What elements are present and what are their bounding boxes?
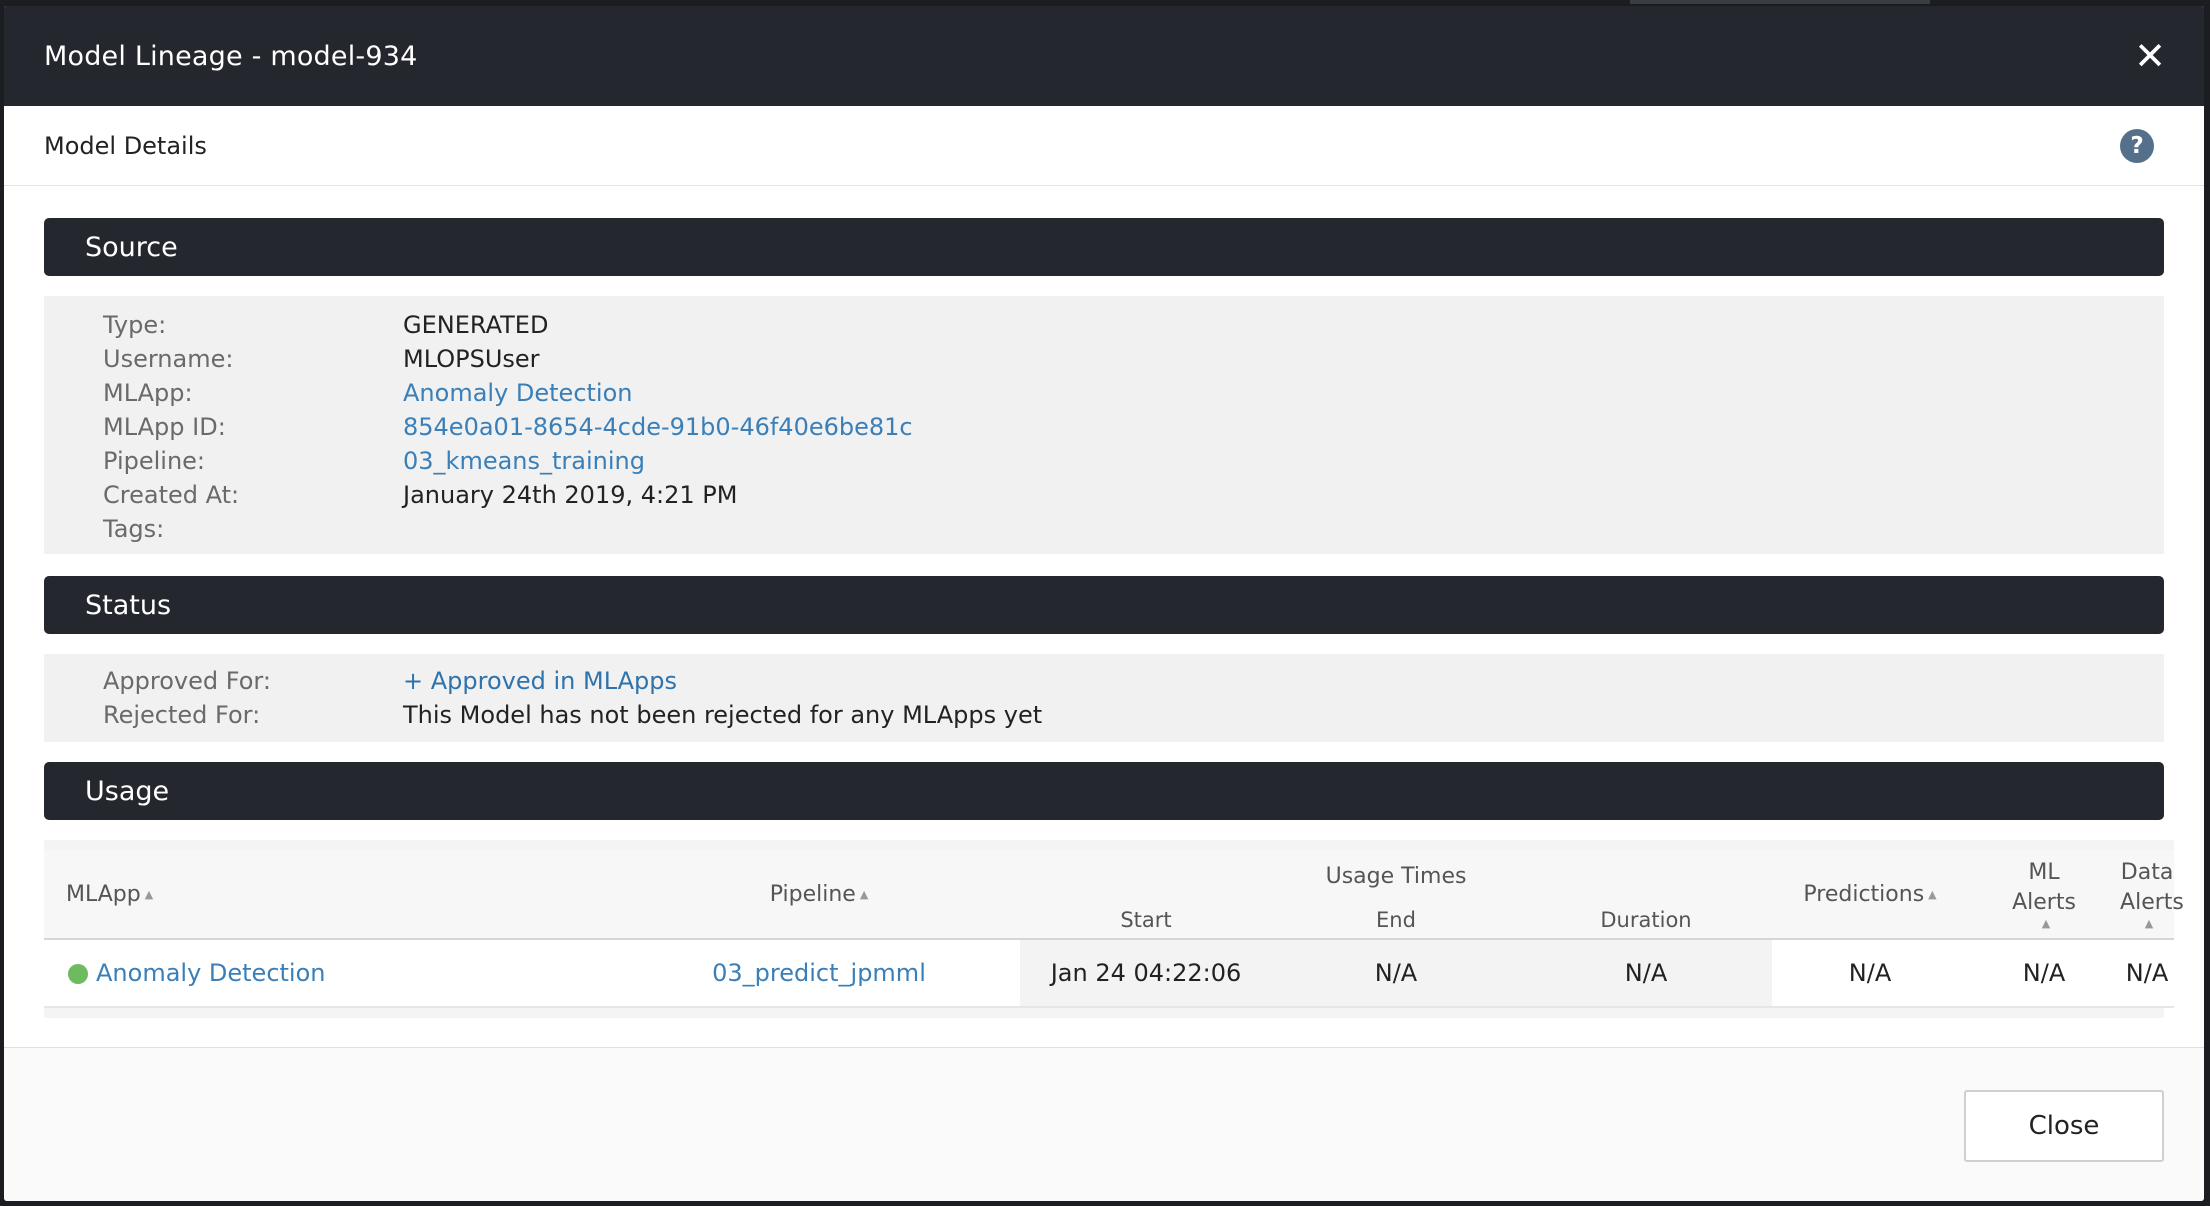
source-row-tags: Tags: <box>103 512 2164 546</box>
type-label: Type: <box>103 311 167 339</box>
modal-body: Source Type: GENERATED Username: MLOPSUs… <box>4 186 2204 1018</box>
source-row-mlapp: MLApp: Anomaly Detection <box>103 376 2164 410</box>
source-row-created-at: Created At: January 24th 2019, 4:21 PM <box>103 478 2164 512</box>
sort-caret-icon: ▲ <box>1928 888 1937 901</box>
rejected-for-label: Rejected For: <box>103 701 261 729</box>
username-label: Username: <box>103 345 234 373</box>
close-icon[interactable]: ✕ <box>2134 37 2166 75</box>
username-value: MLOPSUser <box>403 345 540 373</box>
rejected-for-value: This Model has not been rejected for any… <box>403 701 1043 729</box>
mlapp-column-label: MLApp <box>66 881 141 907</box>
data-alerts-column-header[interactable]: Data Alerts ▲ <box>2120 845 2184 939</box>
source-row-mlapp-id: MLApp ID: 854e0a01-8654-4cde-91b0-46f40e… <box>103 410 2164 444</box>
pipeline-column-header[interactable]: Pipeline ▲ <box>618 845 1020 939</box>
data-alerts-label-2: Alerts <box>2120 890 2184 915</box>
sort-caret-icon: ▲ <box>2041 917 2051 930</box>
sort-caret-icon: ▲ <box>144 888 154 901</box>
approved-in-mlapps-link[interactable]: + Approved in MLApps <box>403 667 677 695</box>
type-value: GENERATED <box>403 311 549 339</box>
ml-alerts-label-2: Alerts <box>2012 890 2076 915</box>
source-section-header: Source <box>44 218 2164 276</box>
predictions-cell: N/A <box>1772 939 1969 1008</box>
mlapp-column-header[interactable]: MLApp ▲ <box>44 845 618 939</box>
created-at-value: January 24th 2019, 4:21 PM <box>403 481 738 509</box>
end-column-label: End <box>1376 908 1416 932</box>
sort-caret-icon: ▲ <box>859 888 869 901</box>
help-icon[interactable]: ? <box>2120 128 2154 163</box>
backdrop <box>1630 0 1930 4</box>
usage-header-row: MLApp ▲ Pipeline ▲ Usage Times Start End D… <box>44 845 2184 939</box>
status-panel: Approved For: + Approved in MLApps Rejec… <box>44 654 2164 742</box>
data-alerts-label-1: Data <box>2120 860 2174 885</box>
close-button[interactable]: Close <box>1964 1090 2164 1162</box>
approved-for-label: Approved For: <box>103 667 271 695</box>
usage-section-header: Usage <box>44 762 2164 820</box>
usage-times-column-group: Usage Times Start End Duration <box>1020 845 1772 939</box>
usage-table: MLApp ▲ Pipeline ▲ Usage Times Start End D… <box>44 840 2184 1008</box>
start-cell: Jan 24 04:22:06 <box>1020 939 1272 1008</box>
mlapp-id-link[interactable]: 854e0a01-8654-4cde-91b0-46f40e6be81c <box>403 413 913 441</box>
pipeline-cell-link[interactable]: 03_predict_jpmml <box>618 939 1020 1008</box>
ml-alerts-cell: N/A <box>1968 939 2121 1008</box>
usage-times-label: Usage Times <box>1325 863 1467 889</box>
mlapp-label: MLApp: <box>103 379 193 407</box>
duration-cell: N/A <box>1520 939 1773 1008</box>
created-at-label: Created At: <box>103 481 240 509</box>
pipeline-label: Pipeline: <box>103 447 206 475</box>
tags-label: Tags: <box>103 515 165 543</box>
duration-column-label: Duration <box>1600 908 1692 932</box>
ml-alerts-column-header[interactable]: ML Alerts ▲ <box>1968 845 2120 939</box>
predictions-column-label: Predictions <box>1803 881 1925 907</box>
source-row-type: Type: GENERATED <box>103 308 2164 342</box>
ml-alerts-label-1: ML <box>2028 860 2060 885</box>
modal-title: Model Lineage - model-934 <box>44 40 418 72</box>
source-row-username: Username: MLOPSUser <box>103 342 2164 376</box>
model-details-header: Model Details ? <box>4 106 2204 186</box>
sort-caret-icon: ▲ <box>2144 917 2154 930</box>
mlapp-cell: Anomaly Detection <box>44 939 618 1008</box>
end-cell: N/A <box>1272 939 1520 1008</box>
mlapp-id-label: MLApp ID: <box>103 413 226 441</box>
data-alerts-cell: N/A <box>2120 939 2175 1008</box>
mlapp-link[interactable]: Anomaly Detection <box>403 379 633 407</box>
status-row-rejected: Rejected For: This Model has not been re… <box>103 698 2164 732</box>
status-dot-icon <box>68 964 88 984</box>
usage-panel-bottom <box>44 1008 2164 1018</box>
status-row-approved: Approved For: + Approved in MLApps <box>103 664 2164 698</box>
predictions-column-header[interactable]: Predictions ▲ <box>1772 845 1968 939</box>
pipeline-column-label: Pipeline <box>769 881 856 907</box>
source-row-pipeline: Pipeline: 03_kmeans_training <box>103 444 2164 478</box>
modal-footer: Close <box>4 1047 2204 1201</box>
modal-header: Model Lineage - model-934 ✕ <box>4 6 2204 106</box>
subheader-title: Model Details <box>44 131 207 160</box>
start-column-label: Start <box>1120 908 1172 932</box>
model-lineage-modal: Model Lineage - model-934 ✕ Model Detail… <box>4 6 2204 1201</box>
pipeline-link[interactable]: 03_kmeans_training <box>403 447 645 475</box>
mlapp-cell-link[interactable]: Anomaly Detection <box>96 959 326 987</box>
status-section-header: Status <box>44 576 2164 634</box>
source-panel: Type: GENERATED Username: MLOPSUser MLAp… <box>44 296 2164 554</box>
usage-panel: MLApp ▲ Pipeline ▲ Usage Times Start End D… <box>44 840 2184 1018</box>
table-row: Anomaly Detection 03_predict_jpmml Jan 2… <box>44 939 2175 1008</box>
